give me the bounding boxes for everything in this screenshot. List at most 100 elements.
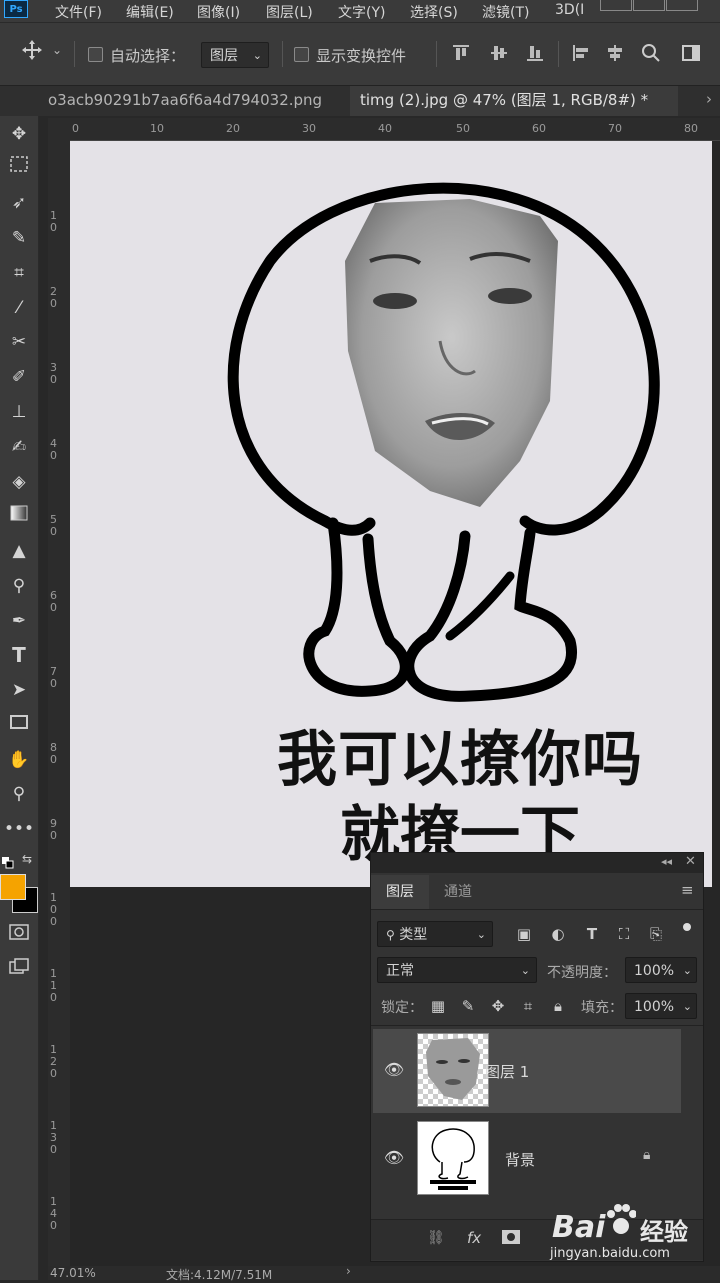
type-tool-icon[interactable]: T [4, 641, 34, 669]
default-colors-icon[interactable] [2, 854, 14, 869]
align-top-icon[interactable] [450, 43, 472, 65]
layer-row-layer-1[interactable]: 👁︎ 图层 1 [373, 1029, 681, 1113]
align-bottom-icon[interactable] [524, 43, 546, 65]
align-middle-icon[interactable] [488, 43, 510, 65]
quick-select-tool-icon[interactable]: ✎ [4, 224, 34, 252]
caption-line-1: 我可以撩你吗 [277, 725, 643, 795]
ruler-label: 60 [532, 122, 546, 135]
show-transform-label: 显示变换控件 [316, 47, 407, 65]
filter-kind-dropdown[interactable]: ⚲ 类型 ⌄ [377, 921, 493, 947]
lock-icon: 🔒︎ [643, 1147, 651, 1163]
collapse-icon[interactable]: ◂◂ [661, 855, 672, 868]
crop-tool-icon[interactable]: ⌗ [4, 259, 34, 287]
chevron-right-icon[interactable]: › [346, 1264, 351, 1278]
filter-smart-object-icon[interactable]: ⎘ [645, 923, 667, 945]
menu-file[interactable]: 文件(F) [55, 2, 102, 22]
ruler-label: 70 [608, 122, 622, 135]
menu-image[interactable]: 图像(I) [197, 2, 240, 22]
opacity-input[interactable]: 100% ⌄ [625, 957, 697, 983]
panel-menu-icon[interactable]: ≡ [681, 881, 694, 899]
tab-layers[interactable]: 图层 [371, 875, 429, 909]
tab-overflow-icon[interactable]: › [706, 90, 712, 108]
gradient-tool-icon[interactable] [4, 502, 34, 530]
menu-filter[interactable]: 滤镜(T) [482, 2, 529, 22]
dodge-tool-icon[interactable]: ⚲ [4, 572, 34, 600]
horizontal-ruler: 0 10 20 30 40 50 60 70 80 [48, 118, 720, 141]
filter-shape-icon[interactable]: ⛶ [613, 923, 635, 945]
chevron-down-icon[interactable]: ⌄ [52, 43, 62, 57]
close-icon[interactable]: ✕ [685, 854, 696, 869]
blend-mode-dropdown[interactable]: 正常 ⌄ [377, 957, 537, 983]
lasso-tool-icon[interactable]: ➶ [4, 189, 34, 217]
filter-type-icon[interactable]: T [581, 923, 603, 945]
lock-artboard-icon[interactable]: ⌗ [517, 995, 539, 1017]
filter-adjustment-icon[interactable]: ◐ [547, 923, 569, 945]
menu-select[interactable]: 选择(S) [410, 2, 458, 22]
layer-row-background[interactable]: 👁︎ 背景 🔒︎ [373, 1117, 681, 1201]
menu-edit[interactable]: 编辑(E) [126, 2, 174, 22]
eraser-tool-icon[interactable]: ◈ [4, 468, 34, 496]
visibility-eye-icon[interactable]: 👁︎ [383, 1147, 405, 1169]
stamp-tool-icon[interactable]: ⊥ [4, 398, 34, 426]
hand-tool-icon[interactable]: ✋ [4, 746, 34, 774]
brush-tool-icon[interactable]: ✐ [4, 363, 34, 391]
filter-toggle[interactable] [683, 923, 691, 931]
quick-mask-icon[interactable] [4, 922, 34, 950]
tab-channels[interactable]: 通道 [429, 875, 487, 909]
auto-select-checkbox[interactable] [88, 47, 103, 62]
workspace-icon[interactable] [680, 43, 702, 65]
fill-input[interactable]: 100% ⌄ [625, 993, 697, 1019]
zoom-level[interactable]: 47.01% [50, 1266, 96, 1280]
marquee-tool-icon[interactable] [4, 154, 34, 182]
search-icon[interactable] [640, 43, 662, 65]
foreground-color-swatch[interactable] [0, 874, 26, 900]
pen-tool-icon[interactable]: ✒ [4, 607, 34, 635]
divider [436, 41, 437, 67]
move-tool-icon[interactable]: ✥ [4, 120, 34, 148]
tab-document-jpg[interactable]: timg (2).jpg @ 47% (图层 1, RGB/8#) * [350, 86, 678, 116]
path-select-tool-icon[interactable]: ➤ [4, 676, 34, 704]
visibility-eye-icon[interactable]: 👁︎ [383, 1059, 405, 1081]
maximize-button[interactable] [633, 0, 665, 11]
lock-transparent-icon[interactable]: ▦ [427, 995, 449, 1017]
close-window-button[interactable] [666, 0, 698, 11]
ruler-label: 3 0 [50, 361, 57, 386]
panel-header: ◂◂ ✕ [371, 853, 703, 873]
tab-document-png[interactable]: o3acb90291b7aa6f6a4d794032.png [38, 86, 338, 116]
rectangle-tool-icon[interactable] [4, 711, 34, 739]
document-canvas[interactable]: 我可以撩你吗 就撩一下 [70, 141, 712, 887]
fx-icon[interactable]: fx [467, 1229, 481, 1247]
divider [371, 1025, 703, 1026]
menu-3d[interactable]: 3D(I [555, 2, 584, 18]
ruler-label: 1 4 0 [50, 1195, 57, 1232]
lock-image-icon[interactable]: ✎ [457, 995, 479, 1017]
ruler-label: 0 [72, 122, 79, 135]
lock-position-icon[interactable]: ✥ [487, 995, 509, 1017]
menu-layer[interactable]: 图层(L) [266, 2, 313, 22]
mask-icon[interactable] [501, 1228, 521, 1250]
divider [282, 41, 283, 67]
menu-type[interactable]: 文字(Y) [338, 2, 385, 22]
more-tools-icon[interactable]: ••• [4, 815, 34, 843]
history-brush-tool-icon[interactable]: ✍ [4, 433, 34, 461]
paw-icon [606, 1204, 637, 1242]
eyedropper-tool-icon[interactable]: ⁄ [4, 294, 34, 322]
screen-mode-icon[interactable] [4, 956, 34, 984]
options-bar: ⌄ 自动选择： 图层 ⌄ 显示变换控件 [0, 23, 720, 86]
blur-tool-icon[interactable]: ▲ [4, 537, 34, 565]
show-transform-checkbox[interactable] [294, 47, 309, 62]
align-center-icon[interactable] [604, 43, 626, 65]
ruler-label: 10 [150, 122, 164, 135]
zoom-tool-icon[interactable]: ⚲ [4, 780, 34, 808]
fill-label: 填充： [581, 1000, 623, 1016]
filter-pixel-icon[interactable]: ▣ [513, 923, 535, 945]
swap-colors-icon[interactable]: ⇆ [22, 852, 32, 866]
align-left-icon[interactable] [570, 43, 592, 65]
healing-tool-icon[interactable]: ✂ [4, 328, 34, 356]
minimize-button[interactable] [600, 0, 632, 11]
lock-all-icon[interactable]: 🔒︎ [547, 995, 569, 1017]
move-tool-icon[interactable] [20, 39, 44, 65]
auto-select-dropdown[interactable]: 图层 ⌄ [201, 42, 269, 68]
document-tab-bar: o3acb90291b7aa6f6a4d794032.png timg (2).… [0, 86, 720, 116]
link-icon[interactable]: ⛓ [427, 1230, 445, 1246]
